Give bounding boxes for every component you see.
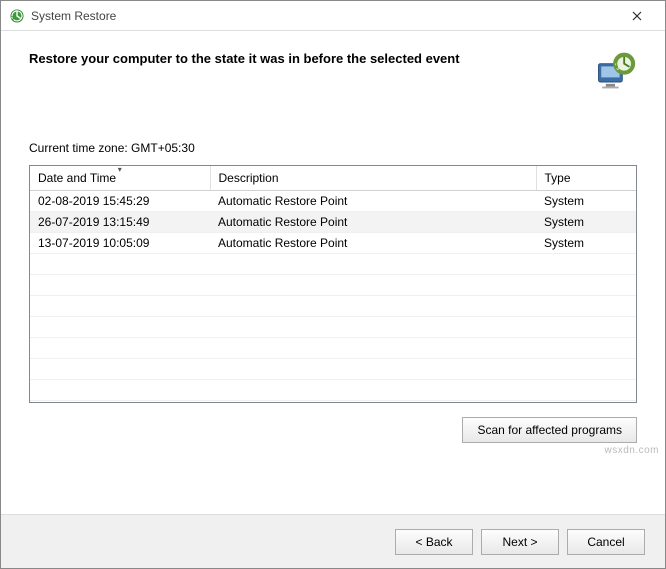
cell-desc: Automatic Restore Point [210, 232, 536, 253]
table-row-empty [30, 358, 636, 379]
system-restore-icon [9, 8, 25, 24]
column-header-type[interactable]: Type [536, 166, 636, 190]
titlebar: System Restore [1, 1, 665, 31]
column-header-description-label: Description [219, 171, 279, 185]
close-icon [632, 11, 642, 21]
table-row-empty [30, 379, 636, 400]
cell-date: 26-07-2019 13:15:49 [30, 211, 210, 232]
column-header-type-label: Type [545, 171, 571, 185]
table-row-empty [30, 316, 636, 337]
cell-desc: Automatic Restore Point [210, 211, 536, 232]
column-header-date-label: Date and Time [38, 171, 116, 185]
back-button[interactable]: < Back [395, 529, 473, 555]
table-row[interactable]: 26-07-2019 13:15:49Automatic Restore Poi… [30, 211, 636, 232]
table-header-row: ▾ Date and Time Description Type [30, 166, 636, 190]
table-row-empty [30, 295, 636, 316]
scan-affected-programs-button[interactable]: Scan for affected programs [462, 417, 637, 443]
watermark: wsxdn.com [604, 445, 659, 456]
restore-hero-icon [593, 49, 637, 93]
cell-date: 13-07-2019 10:05:09 [30, 232, 210, 253]
next-button[interactable]: Next > [481, 529, 559, 555]
timezone-label: Current time zone: GMT+05:30 [29, 141, 637, 155]
wizard-page: Restore your computer to the state it wa… [1, 31, 665, 514]
cell-date: 02-08-2019 15:45:29 [30, 190, 210, 211]
wizard-footer: < Back Next > Cancel [1, 514, 665, 568]
table-row[interactable]: 13-07-2019 10:05:09Automatic Restore Poi… [30, 232, 636, 253]
cell-type: System [536, 232, 636, 253]
cell-type: System [536, 190, 636, 211]
cancel-button[interactable]: Cancel [567, 529, 645, 555]
table-row[interactable]: 02-08-2019 15:45:29Automatic Restore Poi… [30, 190, 636, 211]
table-row-empty [30, 253, 636, 274]
restore-points-table[interactable]: ▾ Date and Time Description Type 02-08-2… [29, 165, 637, 403]
table-row-empty [30, 337, 636, 358]
close-button[interactable] [617, 2, 657, 30]
column-header-description[interactable]: Description [210, 166, 536, 190]
table-row-empty [30, 274, 636, 295]
cell-type: System [536, 211, 636, 232]
window-title: System Restore [31, 9, 617, 23]
sort-indicator-icon: ▾ [118, 165, 122, 174]
cell-desc: Automatic Restore Point [210, 190, 536, 211]
column-header-date[interactable]: ▾ Date and Time [30, 166, 210, 190]
page-heading: Restore your computer to the state it wa… [29, 49, 581, 66]
